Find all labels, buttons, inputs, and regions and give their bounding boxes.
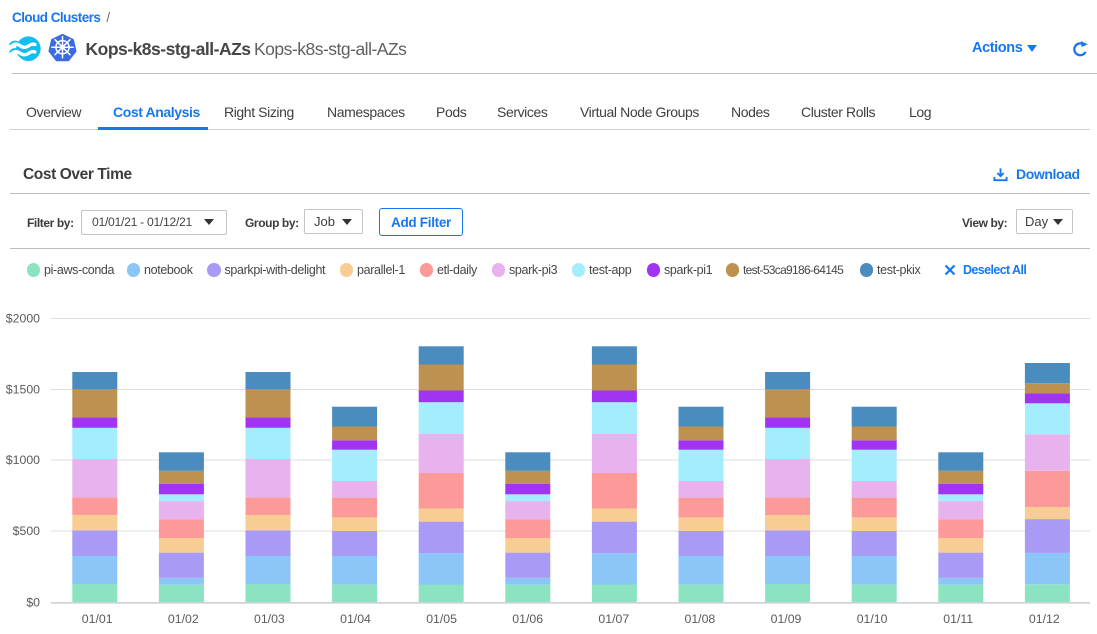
- svg-text:$0: $0: [26, 595, 40, 609]
- svg-text:01/05: 01/05: [426, 612, 457, 626]
- svg-text:01/07: 01/07: [598, 612, 629, 626]
- svg-text:01/08: 01/08: [685, 612, 716, 626]
- svg-text:01/10: 01/10: [857, 612, 888, 626]
- svg-text:$2000: $2000: [6, 311, 40, 325]
- svg-text:01/02: 01/02: [168, 612, 199, 626]
- svg-text:$1000: $1000: [6, 453, 40, 467]
- svg-text:01/11: 01/11: [943, 612, 973, 626]
- svg-text:01/01: 01/01: [82, 612, 113, 626]
- svg-text:01/12: 01/12: [1029, 612, 1060, 626]
- svg-text:$1500: $1500: [6, 382, 40, 396]
- svg-text:01/04: 01/04: [340, 612, 371, 626]
- svg-text:$500: $500: [13, 524, 41, 538]
- svg-text:01/09: 01/09: [771, 612, 802, 626]
- svg-text:01/06: 01/06: [512, 612, 543, 626]
- svg-text:01/03: 01/03: [254, 612, 285, 626]
